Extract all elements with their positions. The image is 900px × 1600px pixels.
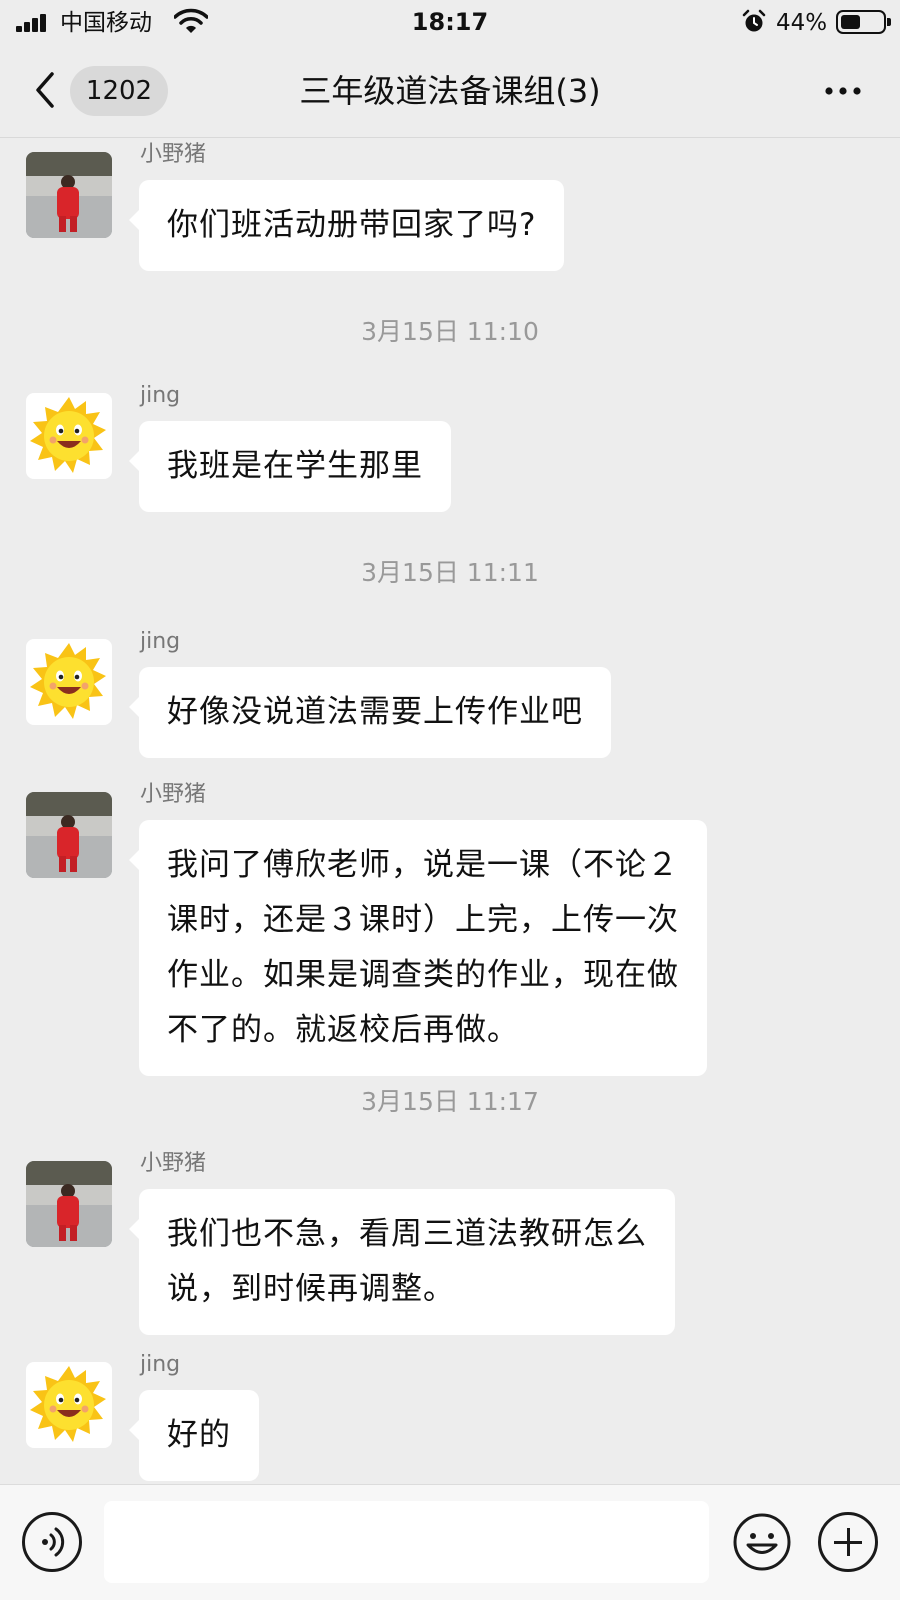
message-text: 我班是在学生那里: [167, 448, 423, 484]
sender-name: 小野猪: [140, 1151, 207, 1176]
battery-icon: [836, 10, 891, 34]
chat-area[interactable]: 小野猪 你们班活动册带回家了吗? 3月15日 11:10 jing 我班是在学生…: [0, 138, 900, 1484]
voice-button[interactable]: [22, 1512, 82, 1572]
timestamp: 3月15日 11:10: [361, 317, 539, 346]
avatar-xiaoyezhu[interactable]: [26, 1161, 112, 1247]
message-bubble[interactable]: 你们班活动册带回家了吗?: [128, 180, 565, 271]
timestamp: 3月15日 11:17: [361, 1087, 539, 1116]
message-bubble[interactable]: 我班是在学生那里: [129, 421, 451, 512]
sender-name: 小野猪: [140, 782, 207, 807]
message-bubble[interactable]: 好像没说道法需要上传作业吧: [129, 667, 611, 758]
avatar-jing-sun[interactable]: [26, 1362, 112, 1448]
avatar-jing-sun[interactable]: [26, 393, 112, 479]
message-line: 不了的。就返校后再做。: [167, 1012, 519, 1048]
message-line: 我们也不急，看周三道法教研怎么: [167, 1216, 647, 1252]
message-bubble[interactable]: 我问了傅欣老师，说是一课（不论２ 课时，还是３课时）上完，上传一次 作业。如果是…: [129, 820, 707, 1076]
message-bubble[interactable]: 好的: [129, 1390, 259, 1481]
more-dots-icon[interactable]: [818, 78, 868, 104]
message-line: 说，到时候再调整。: [167, 1271, 455, 1307]
message-text: 你们班活动册带回家了吗?: [167, 207, 537, 243]
message-line: 作业。如果是调查类的作业，现在做: [167, 957, 679, 993]
avatar-xiaoyezhu[interactable]: [26, 152, 112, 238]
emoji-icon[interactable]: [732, 1512, 792, 1572]
avatar-jing-sun[interactable]: [26, 639, 112, 725]
avatar-xiaoyezhu[interactable]: [26, 792, 112, 878]
battery-percent: 44%: [776, 10, 828, 36]
alarm-icon: [742, 9, 766, 32]
chat-title: 三年级道法备课组(3): [299, 72, 601, 110]
voice-icon: [42, 1527, 65, 1557]
nav-bar: 1202 三年级道法备课组(3): [0, 44, 900, 138]
input-bar: [0, 1484, 900, 1600]
sender-name: jing: [140, 383, 181, 408]
timestamp: 3月15日 11:11: [361, 558, 539, 587]
message-text: 好的: [167, 1417, 231, 1453]
status-bar: 中国移动 18:17 44%: [0, 0, 900, 44]
message-input[interactable]: [104, 1501, 709, 1583]
message-text: 好像没说道法需要上传作业吧: [167, 694, 583, 730]
sender-name: jing: [140, 629, 181, 654]
plus-icon[interactable]: [818, 1512, 878, 1572]
sender-name: jing: [140, 1352, 181, 1377]
sender-name: 小野猪: [140, 142, 207, 167]
message-line: 我问了傅欣老师，说是一课（不论２: [167, 847, 679, 883]
message-line: 课时，还是３课时）上完，上传一次: [167, 902, 679, 938]
message-bubble[interactable]: 我们也不急，看周三道法教研怎么 说，到时候再调整。: [129, 1189, 675, 1335]
